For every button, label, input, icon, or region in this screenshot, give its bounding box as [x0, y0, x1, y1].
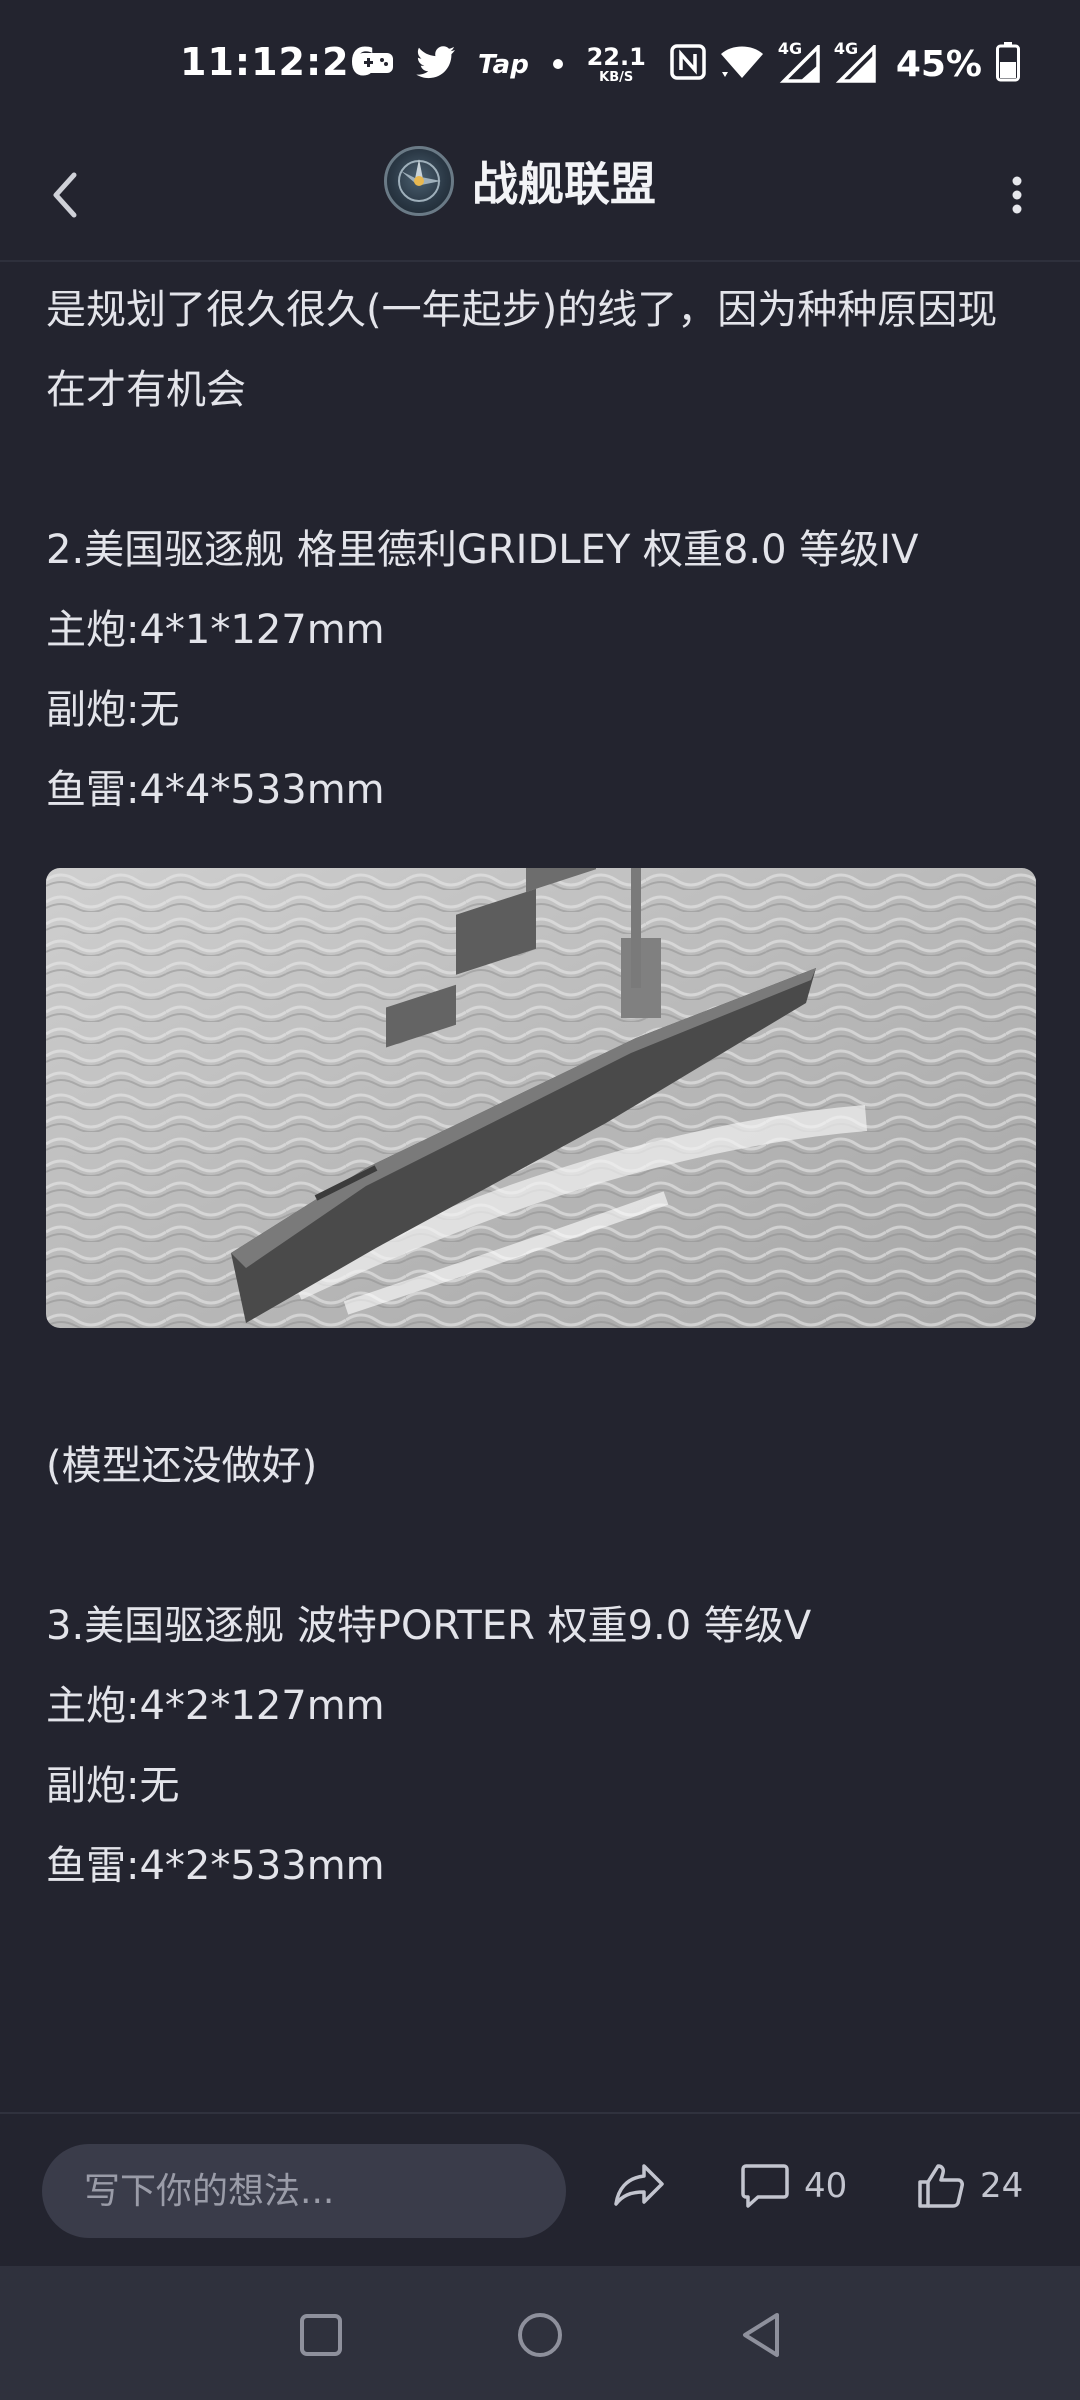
post-intro: 是规划了很久很久(一年起步)的线了，因为种种原因现在才有机会 — [46, 287, 998, 413]
share-button[interactable] — [612, 2162, 666, 2208]
ship2-title: 2.美国驱逐舰 格里德利GRIDLEY 权重8.0 等级IV — [46, 527, 919, 573]
gamepad-icon — [356, 50, 394, 80]
ship2-main-gun: 主炮:4*1*127mm — [46, 607, 385, 653]
net-speed-value: 22.1 — [586, 42, 646, 71]
net-speed-unit: KB/S — [599, 69, 634, 85]
triangle-back-icon — [743, 2313, 779, 2357]
wifi-icon — [720, 45, 764, 83]
back-nav-button[interactable] — [726, 2300, 796, 2370]
ship-photo[interactable] — [46, 868, 1036, 1328]
ship3-title: 3.美国驱逐舰 波特PORTER 权重9.0 等级V — [46, 1603, 812, 1649]
nfc-icon — [670, 44, 706, 84]
comment-icon — [741, 2164, 789, 2208]
more-vertical-icon — [1012, 176, 1022, 214]
header-title-group[interactable]: 战舰联盟 — [384, 146, 656, 216]
network-label-1: 4G — [777, 39, 803, 58]
system-nav-bar — [0, 2266, 1080, 2400]
screen: 11:12:26 Tap 22.1 KB/S 4G 4G 45% 战舰联盟 是规… — [0, 0, 1080, 2400]
system-icons: 22.1 KB/S 4G 4G 45% — [587, 39, 1020, 86]
post-content: 是规划了很久很久(一年起步)的线了，因为种种原因现在才有机会 2.美国驱逐舰 格… — [46, 270, 1036, 1906]
page-title: 战舰联盟 — [472, 157, 656, 211]
ship3-main-gun: 主炮:4*2*127mm — [46, 1683, 385, 1729]
battery-percent: 45% — [895, 43, 982, 85]
app-header: 战舰联盟 — [0, 130, 1080, 262]
app-logo-icon — [384, 146, 454, 216]
comment-input[interactable] — [42, 2144, 566, 2238]
chevron-left-icon — [53, 172, 77, 218]
net-speed: 22.1 KB/S — [587, 45, 646, 84]
status-bar: 11:12:26 Tap 22.1 KB/S 4G 4G 45% — [0, 0, 1080, 130]
signal-4g-icon: 4G — [778, 39, 820, 83]
twitter-icon — [416, 46, 456, 84]
signal-4g-roaming-icon: 4G — [834, 39, 876, 83]
notification-icons: Tap — [356, 46, 565, 84]
share-icon — [614, 2164, 664, 2206]
like-button[interactable]: 24 — [916, 2162, 1023, 2210]
back-button[interactable] — [30, 160, 100, 230]
status-time: 11:12:26 — [180, 40, 378, 84]
comment-count: 40 — [804, 2166, 848, 2206]
circle-icon — [518, 2313, 562, 2357]
like-count: 24 — [980, 2166, 1024, 2206]
tap-icon: Tap — [478, 50, 529, 80]
more-options-button[interactable] — [982, 160, 1052, 230]
recent-apps-button[interactable] — [286, 2300, 356, 2370]
dot-icon — [551, 56, 565, 75]
ship3-secondary-gun: 副炮:无 — [46, 1763, 180, 1809]
home-button[interactable] — [505, 2300, 575, 2370]
network-label-2: 4G — [833, 39, 859, 58]
square-icon — [300, 2314, 342, 2356]
ship2-torpedo: 鱼雷:4*4*533mm — [46, 767, 385, 813]
model-note: (模型还没做好) — [46, 1443, 318, 1489]
battery-icon — [996, 42, 1020, 86]
thumbs-up-icon — [918, 2164, 964, 2208]
action-bar: 40 24 — [0, 2112, 1080, 2266]
comment-button[interactable]: 40 — [740, 2162, 847, 2210]
ship2-secondary-gun: 副炮:无 — [46, 687, 180, 733]
ship3-torpedo: 鱼雷:4*2*533mm — [46, 1843, 385, 1889]
